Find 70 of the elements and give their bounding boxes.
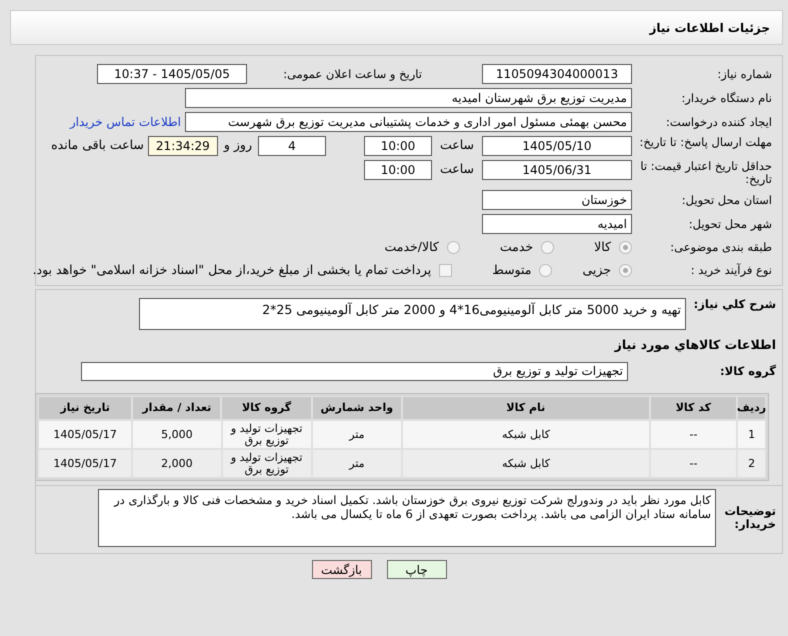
field-value: 1405/05/10: [482, 136, 632, 156]
radio-label: جزیی: [582, 260, 611, 279]
table-cell: متر: [312, 420, 402, 450]
column-header: ردیف: [737, 396, 766, 420]
field-value: مدیریت توزیع برق شهرستان امیدیه: [185, 88, 632, 108]
table-cell: --: [650, 420, 738, 450]
field-value: محسن بهمئی مسئول امور اداری و خدمات پشتیبانی مدیریت توزیع برق شهرست: [185, 112, 632, 132]
column-header: کد کالا: [650, 396, 737, 420]
table-cell: 2,000: [132, 449, 222, 478]
field-label: استان محل تحویل:: [680, 194, 772, 206]
field-label: حداقل تاریخ اعتبار قیمت: تا تاریخ:: [639, 160, 772, 186]
field-value: 1405/05/05 - 10:37: [97, 64, 247, 84]
table-cell: 5,000: [132, 420, 222, 450]
field-label: طبقه بندی موضوعی:: [669, 240, 772, 254]
table-cell: 1405/05/17: [38, 449, 132, 478]
table-cell: کابل شبکه: [402, 449, 650, 478]
buyer-contact-link[interactable]: اطلاعات تماس خریدار: [70, 113, 181, 131]
radio-button[interactable]: [619, 264, 632, 277]
radio-button[interactable]: [446, 240, 460, 254]
column-header: واحد شمارش: [312, 396, 402, 420]
field-label: ایجاد کننده درخواست:: [665, 116, 772, 128]
field-value: خوزستان: [482, 190, 632, 210]
checkbox-label: پرداخت تمام یا بخشی از مبلغ خرید،از محل "اسناد خزانه اسلامی" خواهد بود.: [32, 260, 432, 279]
field-value: 10:00: [364, 160, 432, 180]
field-label: توضیحات خریدار:: [724, 505, 776, 532]
field-value: 1105094304000013: [482, 64, 632, 84]
field-label: نوع فرآیند خرید :: [690, 264, 772, 277]
remaining-time: 21:34:29: [148, 136, 218, 156]
field-label: تاریخ و ساعت اعلان عمومی:: [282, 68, 422, 80]
field-label: گروه کالا:: [719, 365, 776, 378]
field-label: نام دستگاه خریدار:: [680, 92, 772, 104]
table-cell: تجهیزات تولید و توزیع برق: [222, 420, 312, 450]
column-header: گروه کالا: [221, 396, 312, 420]
field-label: مهلت ارسال پاسخ: تا تاریخ:: [638, 136, 772, 149]
radio-button[interactable]: [619, 240, 632, 254]
time-label: ساعت: [438, 136, 475, 154]
field-value: 4: [258, 136, 326, 156]
days-label: روز و: [222, 136, 253, 154]
table-cell: متر: [312, 449, 402, 478]
field-value: امیدیه: [482, 214, 632, 234]
column-header: نام کالا: [402, 396, 650, 420]
field-label: شماره نیاز:: [716, 68, 772, 80]
field-label: شهر محل تحویل:: [688, 218, 772, 230]
radio-label: خدمت: [500, 238, 534, 256]
description-field[interactable]: تهیه و خرید 5000 متر کابل آلومینیومی16*4 و 2000 متر کابل آلومینیومی 25*2: [139, 298, 686, 330]
buyer-notes-field[interactable]: کابل مورد نظر باید در وندورلج شرکت توزیع نیروی برق خوزستان باشد. تکمیل اسناد خرید و مشخصات فنی کالا و بارگذاری در سامانه ستاد ایران الزامی می باشد. پرداخت بصورت تعهدی از 6 ماه تا یکسال می باشد.: [98, 489, 716, 548]
field-value: 1405/06/31: [482, 160, 632, 180]
column-header: تاریخ نیاز: [38, 396, 132, 420]
goods-group-field: تجهیزات تولید و توزیع برق: [81, 362, 628, 382]
back-button[interactable]: بازگشت: [312, 560, 372, 580]
radio-label: کالا: [594, 238, 611, 256]
radio-button[interactable]: [541, 240, 554, 254]
table-cell: 1405/05/17: [38, 420, 132, 450]
table-cell: کابل شبکه: [402, 420, 650, 450]
column-header: تعداد / مقدار: [132, 396, 222, 420]
table-cell: 2: [737, 449, 766, 478]
checkbox[interactable]: [439, 264, 452, 277]
radio-button[interactable]: [539, 264, 552, 277]
print-button[interactable]: چاپ: [386, 560, 446, 580]
page-title: جزئیات اطلاعات نیاز: [649, 20, 770, 36]
field-label: شرح كلي نياز:: [692, 298, 776, 310]
table-cell: 1: [737, 420, 766, 450]
table-cell: --: [650, 449, 738, 478]
section-title: اطلاعات كالاهاي مورد نياز: [613, 336, 777, 354]
remaining-label: ساعت باقی مانده: [51, 136, 145, 154]
radio-label: کالا/خدمت: [384, 238, 439, 256]
time-label: ساعت: [438, 160, 475, 178]
radio-label: متوسط: [492, 260, 532, 279]
field-value: 10:00: [364, 136, 432, 156]
table-cell: تجهیزات تولید و توزیع برق: [222, 449, 312, 478]
